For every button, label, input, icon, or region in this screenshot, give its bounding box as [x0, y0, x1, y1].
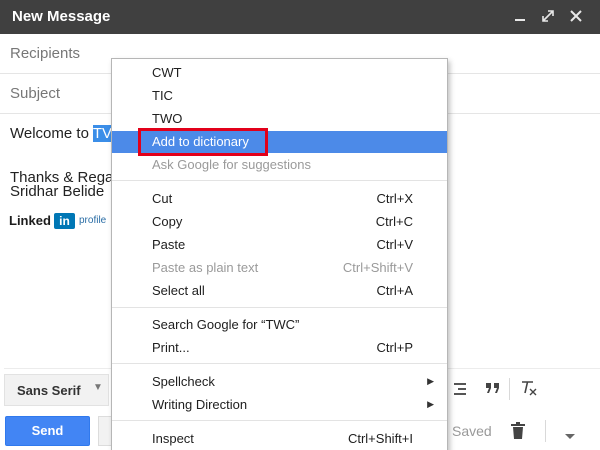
toolbar-divider: [509, 378, 510, 400]
spellcheck-item[interactable]: Spellcheck ▶: [112, 371, 447, 393]
annotation-highlight-box: [138, 128, 268, 156]
menu-item-shortcut: Ctrl+Shift+V: [342, 260, 413, 275]
menu-item-label: Select all: [152, 283, 205, 298]
menu-item-label: Spellcheck: [152, 374, 215, 389]
linkedin-logo-box: in: [54, 213, 75, 229]
paste-item[interactable]: Paste Ctrl+V: [112, 234, 447, 256]
suggestion-tic[interactable]: TIC: [112, 85, 447, 107]
menu-item-shortcut: Ctrl+V: [376, 237, 413, 252]
send-button[interactable]: Send: [5, 416, 90, 446]
title-bar: New Message: [0, 0, 600, 34]
selected-word[interactable]: TV: [92, 125, 112, 142]
select-all-item[interactable]: Select all Ctrl+A: [112, 280, 447, 302]
menu-item-label: Ask Google for suggestions: [152, 157, 311, 172]
body-text-prefix: Welcome to: [10, 125, 89, 142]
menu-separator: [112, 180, 447, 181]
menu-item-shortcut: Ctrl+X: [376, 191, 413, 206]
suggestion-two[interactable]: TWO: [112, 108, 447, 130]
quote-icon[interactable]: [484, 380, 502, 401]
subject-placeholder: Subject: [10, 85, 61, 102]
menu-item-shortcut: Ctrl+A: [376, 283, 413, 298]
menu-separator: [112, 307, 447, 308]
menu-item-label: Inspect: [152, 431, 194, 446]
menu-item-label: Cut: [152, 191, 173, 206]
recipients-placeholder: Recipients: [10, 45, 81, 62]
font-family-select[interactable]: Sans Serif ▼: [4, 374, 109, 406]
remove-formatting-icon[interactable]: [519, 379, 539, 402]
bottom-divider: [545, 420, 546, 442]
menu-item-label: Print...: [152, 340, 190, 355]
paste-plain-text-item: Paste as plain text Ctrl+Shift+V: [112, 257, 447, 279]
trash-icon[interactable]: [510, 422, 526, 445]
menu-item-label: CWT: [152, 65, 182, 80]
menu-item-label: TWO: [152, 111, 183, 126]
context-menu: CWT TIC TWO Add to dictionary Ask Google…: [111, 58, 448, 450]
formatting-options-button[interactable]: [98, 416, 112, 446]
menu-item-shortcut: Ctrl+C: [375, 214, 413, 229]
search-google-item[interactable]: Search Google for “TWC”: [112, 314, 447, 336]
linkedin-profile-label: profile: [79, 215, 107, 226]
menu-item-label: Search Google for “TWC”: [152, 317, 300, 332]
menu-item-shortcut: Ctrl+Shift+I: [347, 431, 413, 446]
body-line-name[interactable]: Sridhar Belide: [10, 183, 104, 200]
menu-item-label: TIC: [152, 88, 173, 103]
body-line-welcome[interactable]: Welcome to TV: [10, 125, 112, 142]
menu-item-label: Copy: [152, 214, 183, 229]
ask-google-item: Ask Google for suggestions: [112, 154, 447, 176]
suggestion-cwt[interactable]: CWT: [112, 62, 447, 84]
submenu-arrow-icon: ▶: [427, 399, 434, 409]
more-options-icon[interactable]: [564, 428, 576, 446]
indent-icon[interactable]: [452, 382, 468, 401]
window-title: New Message: [12, 8, 111, 25]
font-family-label: Sans Serif: [17, 383, 81, 398]
chevron-down-icon: ▼: [93, 382, 103, 393]
print-item[interactable]: Print... Ctrl+P: [112, 337, 447, 359]
saved-status: Saved: [452, 423, 492, 439]
inspect-item[interactable]: Inspect Ctrl+Shift+I: [112, 428, 447, 450]
copy-item[interactable]: Copy Ctrl+C: [112, 211, 447, 233]
submenu-arrow-icon: ▶: [427, 376, 434, 386]
menu-item-label: Paste as plain text: [152, 260, 259, 275]
menu-item-label: Paste: [152, 237, 186, 252]
close-icon[interactable]: [566, 6, 586, 26]
expand-icon[interactable]: [538, 6, 558, 26]
cut-item[interactable]: Cut Ctrl+X: [112, 188, 447, 210]
menu-separator: [112, 420, 447, 421]
minimize-icon[interactable]: [510, 6, 530, 26]
menu-item-label: Writing Direction: [152, 397, 248, 412]
menu-item-shortcut: Ctrl+P: [376, 340, 413, 355]
writing-direction-item[interactable]: Writing Direction ▶: [112, 394, 447, 416]
linkedin-logo-text: Linked: [9, 213, 51, 228]
menu-separator: [112, 363, 447, 364]
